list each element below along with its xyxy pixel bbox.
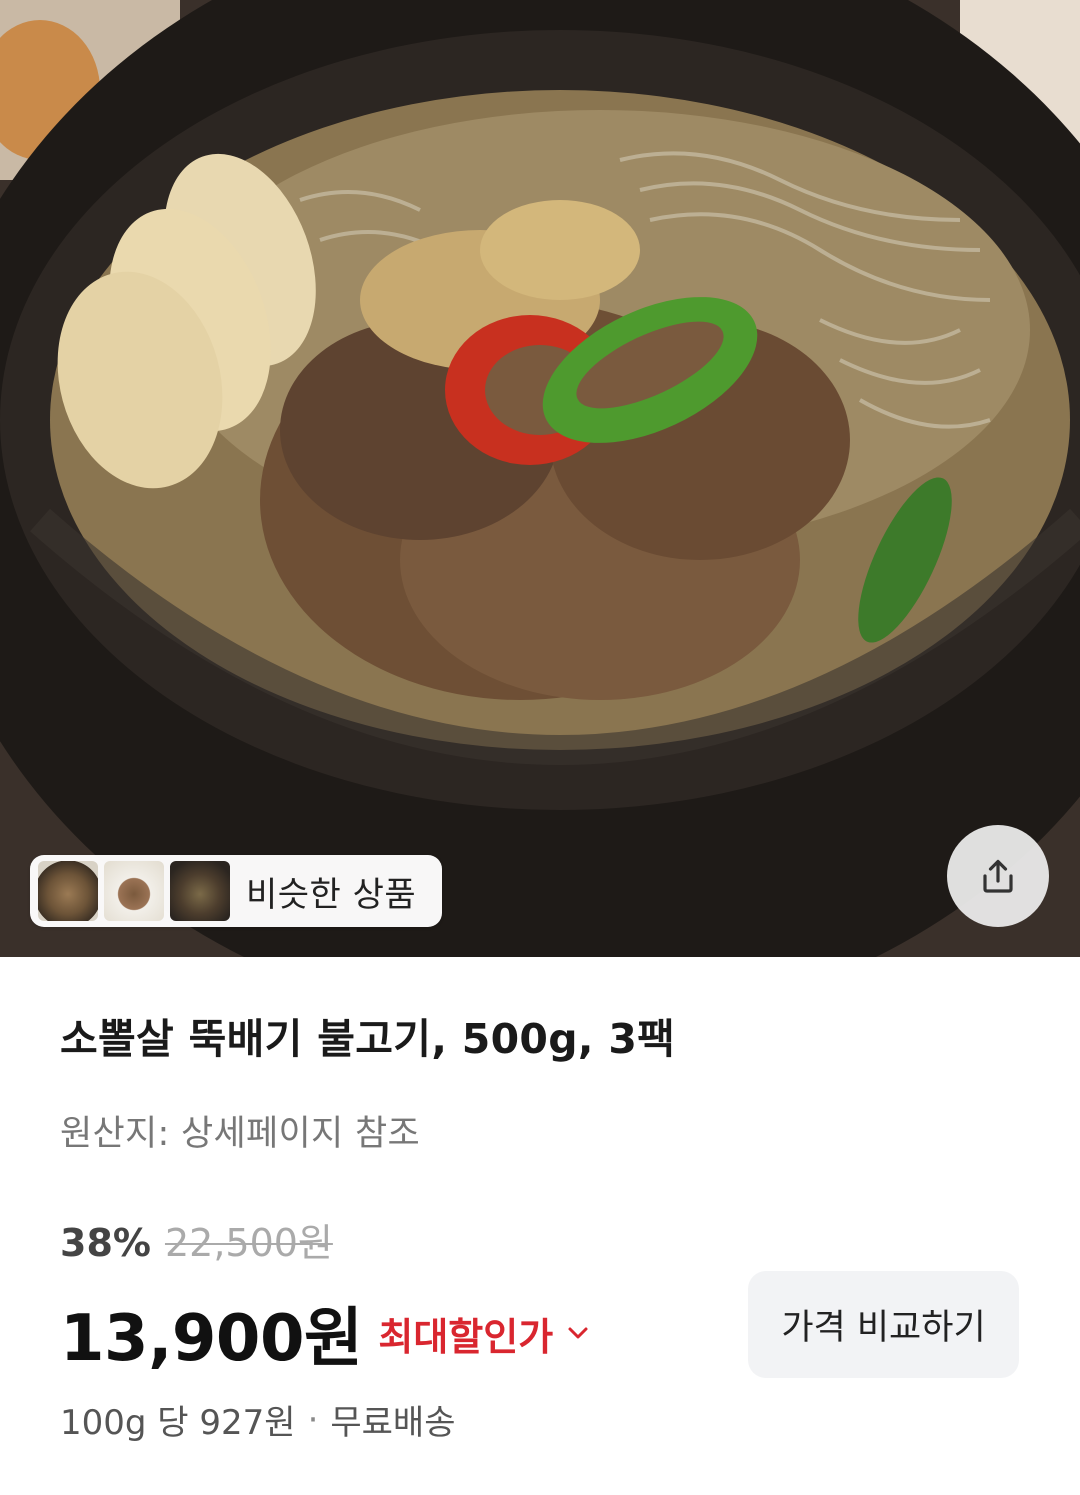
share-button[interactable]: [947, 825, 1049, 927]
product-title: 소뽈살 뚝배기 불고기, 500g, 3팩: [60, 1015, 676, 1063]
product-image[interactable]: 비슷한 상품: [0, 0, 1080, 957]
product-photo: [0, 0, 1080, 957]
discount-row: 38% 22,500원: [60, 1212, 333, 1267]
share-icon: [983, 859, 1013, 893]
similar-products-button[interactable]: 비슷한 상품: [30, 855, 442, 927]
best-price-toggle[interactable]: 최대할인가: [378, 1306, 589, 1361]
discount-percent: 38%: [60, 1221, 151, 1265]
product-info: 소뽈살 뚝배기 불고기, 500g, 3팩 원산지: 상세페이지 참조 38% …: [0, 957, 1080, 1495]
unit-shipping-row: 100g 당 927원 · 무료배송: [60, 1395, 456, 1444]
product-origin: 원산지: 상세페이지 참조: [60, 1114, 420, 1154]
compare-price-button[interactable]: 가격 비교하기: [748, 1271, 1019, 1378]
sale-price: 13,900원: [60, 1302, 363, 1376]
original-price: 22,500원: [164, 1221, 333, 1265]
similar-products-label: 비슷한 상품: [246, 874, 417, 915]
best-price-label: 최대할인가: [378, 1314, 554, 1359]
price-row: 13,900원 최대할인가: [60, 1287, 589, 1379]
similar-thumbnail-3: [170, 861, 230, 921]
unit-price: 100g 당 927원: [60, 1403, 296, 1443]
similar-thumbnail-2: [104, 861, 164, 921]
shipping-info: 무료배송: [330, 1403, 456, 1443]
chevron-down-icon: [567, 1326, 589, 1340]
similar-thumbnail-1: [38, 861, 98, 921]
separator-dot: ·: [307, 1399, 319, 1440]
